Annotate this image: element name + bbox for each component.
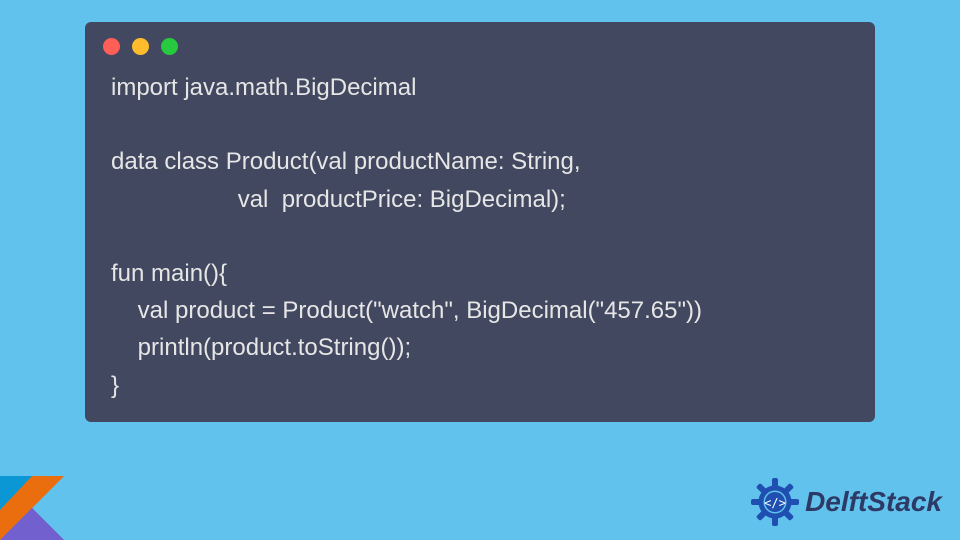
- code-window: import java.math.BigDecimal data class P…: [85, 22, 875, 422]
- svg-text:</>: </>: [764, 496, 786, 510]
- code-line: val product = Product("watch", BigDecima…: [111, 297, 702, 324]
- kotlin-logo-icon: [0, 476, 64, 540]
- code-line: data class Product(val productName: Stri…: [111, 148, 581, 175]
- gear-icon: </>: [751, 478, 799, 526]
- maximize-icon: [161, 38, 178, 55]
- code-block: import java.math.BigDecimal data class P…: [85, 63, 875, 404]
- code-line: println(product.toString());: [111, 334, 411, 361]
- code-line: val productPrice: BigDecimal);: [111, 186, 566, 213]
- window-titlebar: [85, 22, 875, 63]
- minimize-icon: [132, 38, 149, 55]
- brand-badge: </> DelftStack: [751, 478, 942, 526]
- brand-name: DelftStack: [805, 486, 942, 518]
- code-line: import java.math.BigDecimal: [111, 74, 416, 101]
- close-icon: [103, 38, 120, 55]
- code-line: fun main(){: [111, 260, 227, 287]
- code-line: }: [111, 372, 119, 399]
